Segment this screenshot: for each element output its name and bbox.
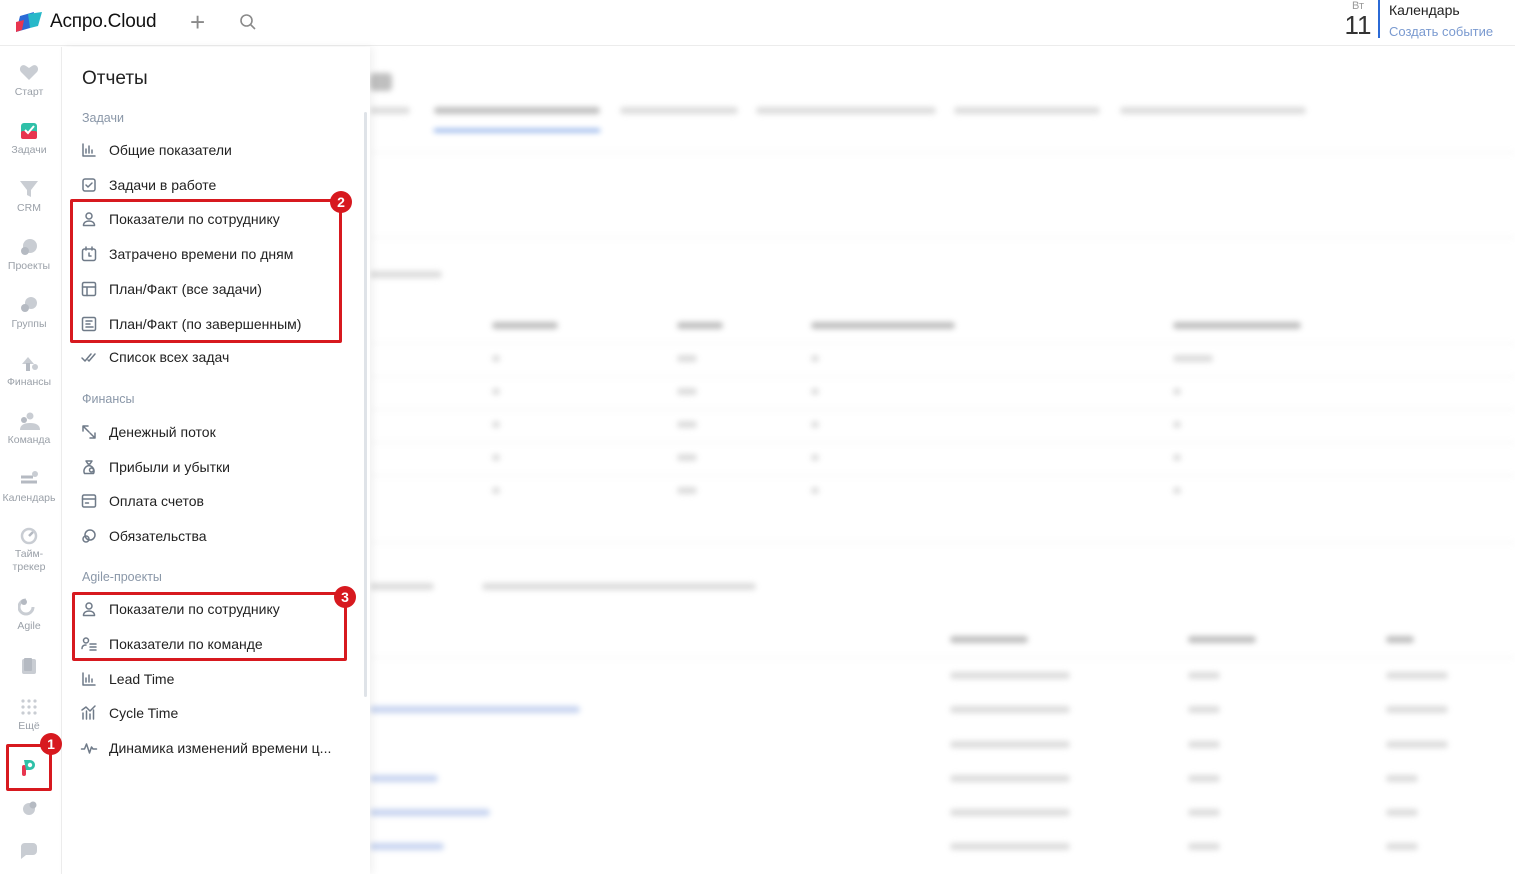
rail-item-label: Календарь [2, 492, 56, 504]
callout-badge-3: 3 [334, 586, 356, 608]
section-heading: Agile-проекты [82, 570, 162, 584]
rail-item-11[interactable]: Ещё [0, 696, 58, 733]
projects-icon [18, 236, 40, 258]
report-menu-label: Динамика изменений времени ц... [109, 740, 332, 756]
calendar-date[interactable]: Вт 11 [1344, 0, 1372, 38]
section-heading: Финансы [82, 392, 135, 406]
report-menu-item[interactable]: Денежный поток [80, 421, 216, 443]
rail-item-label: Старт [14, 86, 44, 98]
create-event-link[interactable]: Создать событие [1389, 24, 1493, 39]
report-menu-item[interactable]: Список всех задач [80, 346, 229, 368]
rail-item-9[interactable]: Agile [0, 596, 58, 633]
pulse-icon [80, 739, 98, 757]
arrows-icon [80, 423, 98, 441]
rail-item-label: Тайм-трекер [12, 548, 46, 573]
report-menu-item[interactable]: Динамика изменений времени ц... [80, 737, 331, 759]
report-menu-label: Общие показатели [109, 142, 232, 158]
report-menu-item[interactable]: Оплата счетов [80, 490, 204, 512]
search-icon[interactable] [239, 13, 257, 31]
report-menu-item[interactable]: Cycle Time [80, 702, 178, 724]
brand-logo-icon [16, 12, 42, 32]
report-menu-item[interactable]: Общие показатели [80, 139, 232, 161]
report-menu-label: Список всех задач [109, 349, 230, 365]
money-bag-icon [80, 458, 98, 476]
panel-scrollbar[interactable] [364, 112, 367, 697]
rail-item-5[interactable]: Финансы [0, 352, 58, 389]
add-icon[interactable]: + [190, 9, 205, 35]
groups-icon [18, 294, 40, 316]
rail-item-4[interactable]: Группы [0, 294, 58, 331]
top-bar: Аспро.Cloud + Вт 11 Календарь Создать со… [0, 0, 1515, 46]
more-grid-icon [18, 696, 40, 718]
rail-item-label: Финансы [6, 376, 52, 388]
report-menu-item[interactable]: Задачи в работе [80, 174, 216, 196]
calendar-day: 11 [1344, 10, 1372, 40]
report-menu-label: Lead Time [109, 671, 175, 687]
double-check-icon [80, 348, 98, 366]
report-menu-label: Прибыли и убытки [109, 459, 230, 475]
report-menu-item[interactable]: Lead Time [80, 668, 174, 690]
rail-item-7[interactable]: Календарь [0, 468, 58, 505]
heart-icon [18, 62, 40, 84]
calendar-divider [1378, 0, 1380, 38]
highlight-box-tasks [70, 199, 342, 343]
rail-item-13[interactable] [0, 798, 58, 820]
obligation-icon [80, 527, 98, 545]
rail-item-2[interactable]: CRM [0, 178, 58, 215]
report-menu-label: Денежный поток [109, 424, 216, 440]
report-menu-label: Задачи в работе [109, 177, 217, 193]
rail-item-label: Команда [7, 434, 51, 446]
rail-item-label: Проекты [7, 260, 51, 272]
rail-item-6[interactable]: Команда [0, 410, 58, 447]
invoice-icon [80, 492, 98, 510]
rail-item-8[interactable]: Тайм-трекер [0, 524, 58, 574]
report-menu-item[interactable]: Прибыли и убытки [80, 456, 230, 478]
panel-title: Отчеты [82, 68, 148, 89]
report-menu-label: Cycle Time [109, 705, 179, 721]
rail-item-label: Задачи [11, 144, 47, 156]
chat-icon [18, 840, 40, 862]
bar-chart-icon [80, 670, 98, 688]
bar-chart-icon [80, 141, 98, 159]
funnel-icon [18, 178, 40, 200]
rail-item-10[interactable] [0, 655, 58, 677]
calendar-icon [18, 468, 40, 490]
agile-icon [17, 596, 40, 618]
brand-name: Аспро.Cloud [50, 11, 157, 32]
brand-logo[interactable]: Аспро.Cloud [16, 11, 157, 33]
callout-badge-1: 1 [40, 733, 62, 755]
finance-icon [18, 352, 40, 374]
rail-item-1[interactable]: Задачи [0, 120, 58, 157]
rail-item-label: Ещё [18, 720, 40, 732]
rail-item-label: Группы [11, 318, 47, 330]
team-icon [18, 410, 40, 432]
callout-badge-2: 2 [330, 191, 352, 213]
checkbox-icon [80, 176, 98, 194]
rail-item-0[interactable]: Старт [0, 62, 58, 99]
rail-item-14[interactable] [0, 840, 58, 862]
report-content-blurred [370, 47, 1515, 874]
report-menu-item[interactable]: Обязательства [80, 525, 207, 547]
highlight-box-agile [72, 592, 347, 661]
rail-item-label: Agile [17, 620, 41, 632]
timer-icon [18, 524, 40, 546]
section-heading: Задачи [82, 111, 124, 125]
trend-chart-icon [80, 704, 98, 722]
rail-item-label: CRM [17, 202, 41, 214]
settings-icon [18, 798, 40, 820]
report-menu-label: Оплата счетов [109, 493, 204, 509]
tasks-icon [18, 120, 40, 142]
report-menu-label: Обязательства [109, 528, 207, 544]
calendar-title[interactable]: Календарь [1389, 2, 1460, 18]
base-icon [18, 655, 40, 677]
rail-item-3[interactable]: Проекты [0, 236, 58, 273]
